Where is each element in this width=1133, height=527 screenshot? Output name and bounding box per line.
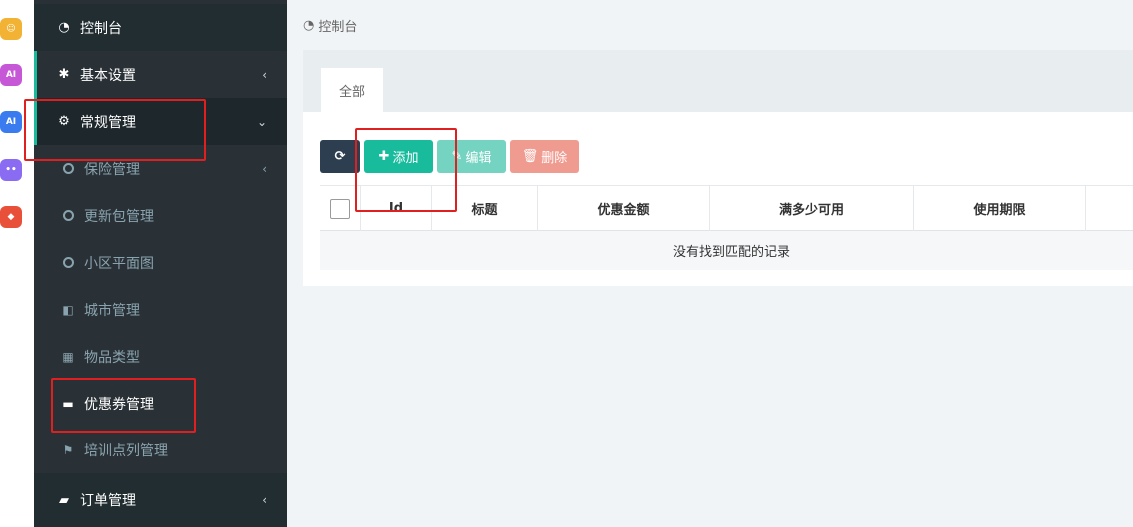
sidebar-item-label: 常规管理 <box>80 114 136 131</box>
column-header-discount[interactable]: 优惠金额 <box>538 186 710 231</box>
dashboard-icon: ◔ <box>303 18 315 33</box>
sidebar-item-orders[interactable]: ▰ 订单管理 ‹ <box>34 473 287 527</box>
edit-label: 编辑 <box>465 151 492 166</box>
breadcrumb-label[interactable]: 控制台 <box>318 16 357 35</box>
tab-all[interactable]: 全部 <box>321 68 383 112</box>
ai-app-icon-2[interactable]: AI <box>0 111 22 133</box>
sidebar-subitem-insurance[interactable]: 保险管理 ‹ <box>34 145 287 192</box>
sidebar-subitem-floor-plan[interactable]: 小区平面图 <box>34 239 287 286</box>
sidebar-subitem-city[interactable]: ◧ 城市管理 <box>34 286 287 333</box>
gear-icon: ✱ <box>58 67 70 82</box>
grid-icon: ▦ <box>62 349 74 364</box>
chevron-left-icon: ‹ <box>262 161 267 176</box>
column-header-validity[interactable]: 使用期限 <box>914 186 1086 231</box>
dashboard-icon: ◔ <box>58 20 70 35</box>
sidebar-subitem-label: 更新包管理 <box>84 208 154 225</box>
sidebar: ◔ 控制台 ✱ 基本设置 ‹ ⚙ 常规管理 ⌄ 保险管理 ‹ 更新包管理 小区平… <box>34 0 287 527</box>
ai-app-icon-1[interactable]: AI <box>0 64 22 86</box>
sidebar-subitem-label: 培训点列管理 <box>84 442 168 459</box>
plus-icon: ✚ <box>378 149 390 164</box>
trash-icon: 🗑 <box>521 149 539 164</box>
select-all-cell <box>320 186 361 231</box>
chat-app-icon[interactable]: •• <box>0 159 22 181</box>
circle-icon <box>60 257 76 268</box>
column-header-id[interactable]: Id <box>361 186 432 231</box>
sidebar-subitem-label: 保险管理 <box>84 161 140 178</box>
sidebar-subitem-label: 小区平面图 <box>84 255 154 272</box>
empty-row: 没有找到匹配的记录 <box>320 231 1133 270</box>
column-header-title[interactable]: 标题 <box>432 186 538 231</box>
chevron-left-icon: ‹ <box>262 493 267 507</box>
tab-bar: 全部 <box>303 50 1133 112</box>
card-icon: ▬ <box>62 396 74 411</box>
sidebar-item-label: 订单管理 <box>80 493 136 509</box>
cogs-icon: ⚙ <box>58 114 70 129</box>
sidebar-subitem-label: 城市管理 <box>84 302 140 319</box>
breadcrumb: ◔ 控制台 <box>303 16 357 35</box>
circle-icon <box>60 210 76 221</box>
sidebar-item-label: 控制台 <box>80 20 122 37</box>
sidebar-subitem-item-type[interactable]: ▦ 物品类型 <box>34 333 287 380</box>
content-panel: 全部 ⟳ ✚ 添加 ✎ 编辑 🗑 删除 Id 标题 优惠金额 满多少可用 使用期… <box>303 50 1133 286</box>
sidebar-item-basic-settings[interactable]: ✱ 基本设置 ‹ <box>34 51 287 98</box>
refresh-icon: ⟳ <box>334 149 346 164</box>
sidebar-subitem-update-package[interactable]: 更新包管理 <box>34 192 287 239</box>
sidebar-subitem-training[interactable]: ⚑ 培训点列管理 <box>34 426 287 473</box>
book-icon: ▰ <box>59 492 69 508</box>
refresh-button[interactable]: ⟳ <box>320 140 360 173</box>
pencil-icon: ✎ <box>451 149 463 164</box>
sidebar-item-general-management[interactable]: ⚙ 常规管理 ⌄ <box>34 98 287 145</box>
circle-icon <box>60 163 76 174</box>
add-button[interactable]: ✚ 添加 <box>364 140 433 173</box>
sidebar-subitem-coupon[interactable]: ▬ 优惠券管理 <box>34 380 287 427</box>
app-strip: ☺ AI AI •• ◆ <box>0 0 34 527</box>
sidebar-subitem-label: 物品类型 <box>84 349 140 366</box>
delete-button[interactable]: 🗑 删除 <box>510 140 579 173</box>
main-content: ◔ 控制台 全部 ⟳ ✚ 添加 ✎ 编辑 🗑 删除 Id 标题 优惠金额 满多少… <box>287 0 1133 527</box>
select-all-checkbox[interactable] <box>330 198 350 219</box>
flag-icon: ⚑ <box>62 442 74 457</box>
sidebar-subitem-label: 优惠券管理 <box>84 396 154 413</box>
chevron-left-icon: ‹ <box>262 67 267 82</box>
sidebar-item-dashboard[interactable]: ◔ 控制台 <box>34 4 287 51</box>
chevron-down-icon: ⌄ <box>256 114 267 129</box>
add-label: 添加 <box>392 151 419 166</box>
game-app-icon[interactable]: ◆ <box>0 206 22 228</box>
columns-icon: ◧ <box>62 302 74 317</box>
table-header: Id 标题 优惠金额 满多少可用 使用期限 <box>320 185 1133 231</box>
edit-button[interactable]: ✎ 编辑 <box>437 140 506 173</box>
delete-label: 删除 <box>541 151 568 166</box>
bot-app-icon[interactable]: ☺ <box>0 18 22 40</box>
sidebar-item-label: 基本设置 <box>80 67 136 84</box>
column-header-min-amount[interactable]: 满多少可用 <box>710 186 914 231</box>
